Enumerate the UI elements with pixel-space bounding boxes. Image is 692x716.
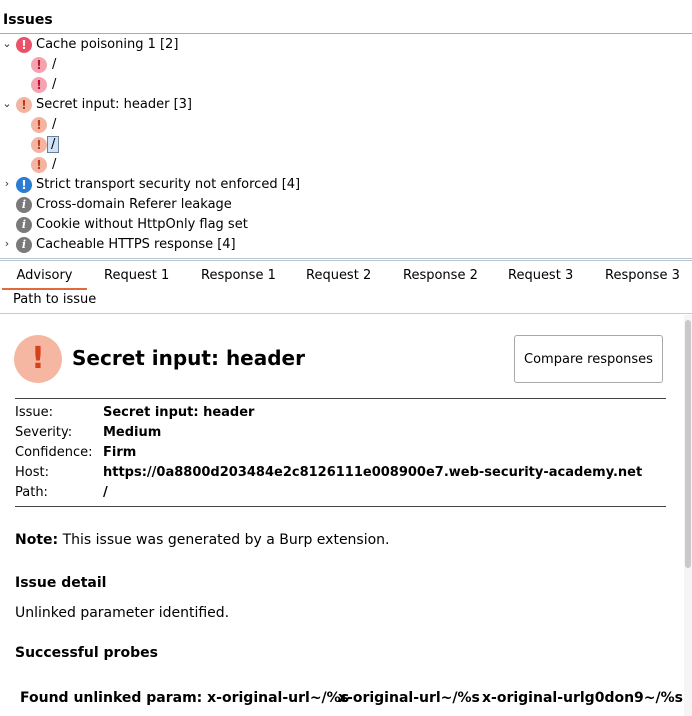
field-value: Medium (103, 425, 162, 440)
issue-instance[interactable]: ! / (0, 55, 692, 75)
issue-cross-domain-referer[interactable]: i Cross-domain Referer leakage (0, 195, 692, 215)
probe-item: Found unlinked param: x-original-url~/%s (20, 690, 350, 706)
issue-instance[interactable]: ! / (0, 155, 692, 175)
note-paragraph: Note: This issue was generated by a Burp… (15, 532, 390, 548)
medium-severity-icon: ! (31, 137, 47, 153)
issue-detail-text: Unlinked parameter identified. (15, 605, 230, 621)
advisory-pane: ! Secret input: header Compare responses… (0, 315, 692, 716)
info-icon: i (16, 237, 32, 253)
tab-request-2[interactable]: Request 2 (306, 264, 371, 288)
tab-response-1[interactable]: Response 1 (201, 264, 276, 288)
instance-path: / (52, 77, 57, 92)
issue-cache-poisoning[interactable]: ⌄ ! Cache poisoning 1 [2] (0, 35, 692, 55)
high-severity-icon: ! (16, 37, 32, 53)
instance-path: / (52, 157, 57, 172)
issue-label: Cache poisoning 1 [2] (36, 37, 179, 52)
advisory-title: Secret input: header (72, 346, 305, 370)
scrollbar-thumb[interactable] (685, 320, 691, 568)
issues-title: Issues (3, 12, 53, 28)
issue-label: Cross-domain Referer leakage (36, 197, 232, 212)
issue-cookie-httponly[interactable]: i Cookie without HttpOnly flag set (0, 215, 692, 235)
issue-label: Secret input: header [3] (36, 97, 192, 112)
info-icon: i (16, 217, 32, 233)
field-value: Secret input: header (103, 405, 255, 420)
issue-detail-heading: Issue detail (15, 575, 107, 591)
instance-path: / (52, 117, 57, 132)
issues-panel-header: Issues (0, 0, 692, 34)
field-value: / (103, 485, 108, 500)
compare-responses-button[interactable]: Compare responses (514, 335, 663, 383)
medium-severity-icon: ! (16, 97, 32, 113)
divider (15, 506, 666, 507)
field-value: Firm (103, 445, 137, 460)
field-key: Issue: (15, 405, 53, 420)
issue-instance[interactable]: ! / (0, 115, 692, 135)
tab-response-2[interactable]: Response 2 (403, 264, 478, 288)
field-key: Confidence: (15, 445, 93, 460)
probe-item: x-original-urlg0don9~/%s (482, 690, 683, 706)
issue-instance[interactable]: ! / (0, 75, 692, 95)
instance-path: / (52, 57, 57, 72)
tab-request-1[interactable]: Request 1 (104, 264, 169, 288)
medium-severity-icon: ! (31, 157, 47, 173)
issue-instance-selected[interactable]: ! / (0, 135, 692, 155)
note-text: This issue was generated by a Burp exten… (58, 532, 390, 548)
chevron-right-icon[interactable]: › (2, 238, 12, 249)
chevron-right-icon[interactable]: › (2, 178, 12, 189)
field-key: Host: (15, 465, 49, 480)
issue-secret-input-header[interactable]: ⌄ ! Secret input: header [3] (0, 95, 692, 115)
tab-advisory[interactable]: Advisory (2, 264, 87, 290)
issue-label: Cacheable HTTPS response [4] (36, 237, 236, 252)
issue-cacheable-https[interactable]: › i Cacheable HTTPS response [4] (0, 235, 692, 255)
high-severity-icon: ! (31, 77, 47, 93)
tab-response-3[interactable]: Response 3 (605, 264, 680, 288)
detail-tabs: Advisory Request 1 Response 1 Request 2 … (0, 262, 692, 314)
split-divider[interactable] (0, 258, 692, 261)
info-icon: i (16, 197, 32, 213)
info-severity-icon: ! (16, 177, 32, 193)
instance-path: / (46, 136, 60, 153)
high-severity-icon: ! (31, 57, 47, 73)
divider (15, 398, 666, 399)
chevron-down-icon[interactable]: ⌄ (2, 38, 12, 49)
medium-severity-icon: ! (31, 117, 47, 133)
chevron-down-icon[interactable]: ⌄ (2, 98, 12, 109)
field-key: Path: (15, 485, 48, 500)
medium-severity-icon: ! (14, 335, 62, 383)
issue-strict-transport-security[interactable]: › ! Strict transport security not enforc… (0, 175, 692, 195)
field-key: Severity: (15, 425, 73, 440)
tab-path-to-issue[interactable]: Path to issue (13, 288, 96, 312)
probe-item: x-original-url~/%s (338, 690, 480, 706)
tab-request-3[interactable]: Request 3 (508, 264, 573, 288)
issue-label: Strict transport security not enforced [… (36, 177, 301, 192)
host-value: https://0a8800d203484e2c8126111e008900e7… (103, 465, 643, 480)
issue-label: Cookie without HttpOnly flag set (36, 217, 248, 232)
successful-probes-heading: Successful probes (15, 645, 158, 661)
note-label: Note: (15, 532, 59, 548)
